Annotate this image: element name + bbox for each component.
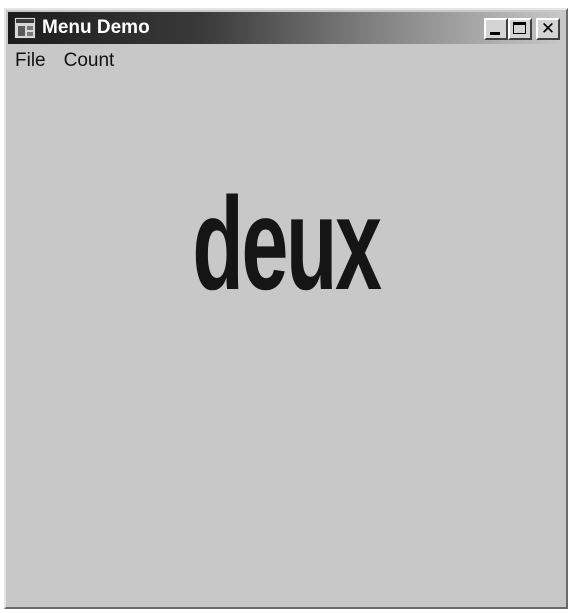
- close-icon: ✕: [540, 19, 556, 39]
- app-window: Menu Demo ✕ File Count deux: [4, 8, 568, 609]
- app-icon-bar: [16, 19, 34, 23]
- maximize-icon: [513, 22, 526, 34]
- app-icon[interactable]: [14, 17, 36, 39]
- menu-count[interactable]: Count: [55, 50, 124, 72]
- app-icon-pane: [27, 26, 33, 30]
- minimize-icon: [490, 32, 500, 35]
- window-title: Menu Demo: [42, 17, 150, 38]
- title-bar[interactable]: Menu Demo ✕: [8, 12, 564, 44]
- menu-bar: File Count: [8, 48, 564, 74]
- app-icon-pane: [18, 26, 25, 36]
- close-button[interactable]: ✕: [536, 18, 560, 40]
- display-word: deux: [192, 169, 382, 318]
- minimize-button[interactable]: [484, 18, 508, 40]
- maximize-button[interactable]: [508, 18, 532, 40]
- menu-file[interactable]: File: [8, 50, 55, 72]
- app-icon-pane: [27, 32, 33, 36]
